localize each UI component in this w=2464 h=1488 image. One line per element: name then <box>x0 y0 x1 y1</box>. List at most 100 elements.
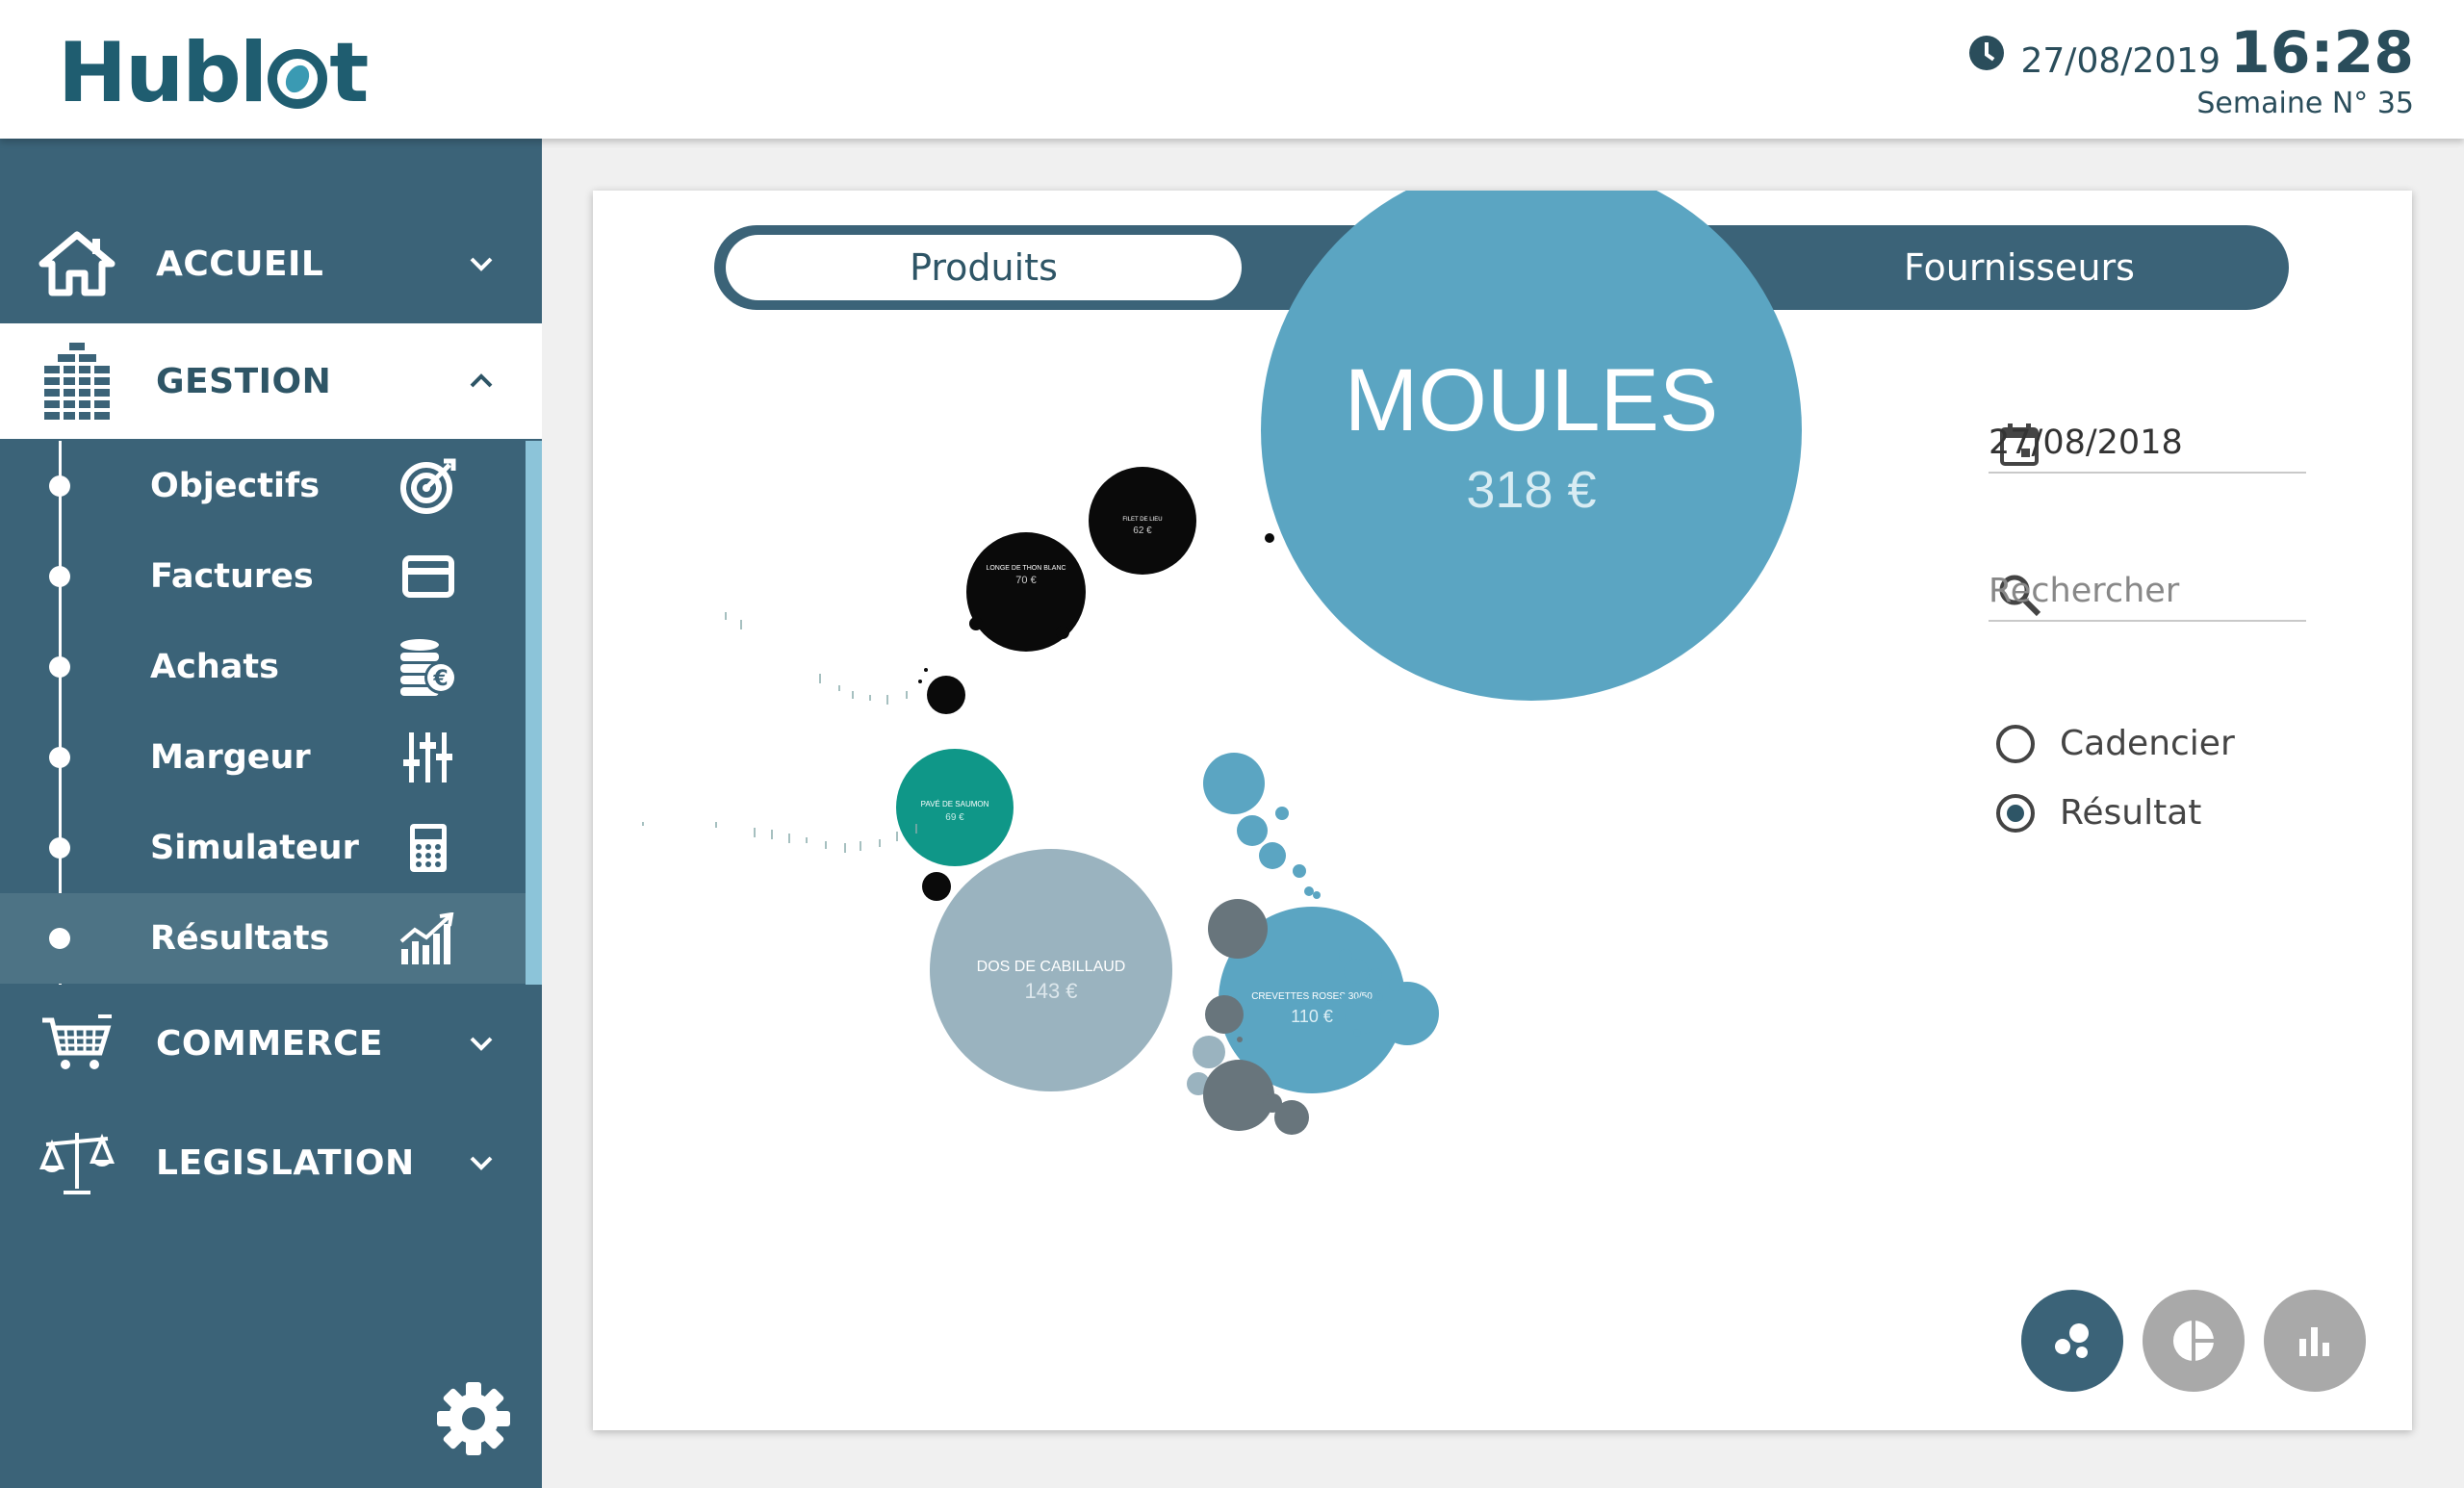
bubble-lieu-value: 62 € <box>1133 526 1152 536</box>
bubble-small[interactable] <box>924 668 928 672</box>
bubble-small[interactable] <box>1274 1100 1309 1135</box>
bubble-small[interactable] <box>1208 899 1268 959</box>
bubble-dos-de-cabillaud[interactable]: DOS DE CABILLAUD 143 € <box>930 849 1172 1091</box>
bubble-small[interactable] <box>1056 626 1069 639</box>
globe-icon <box>268 49 328 109</box>
hublot-logo[interactable]: Hubl t <box>58 25 369 121</box>
bubble-small[interactable] <box>927 676 965 714</box>
submenu-scrollbar[interactable] <box>526 441 542 985</box>
nav-legislation-label: LEGISLATION <box>156 1142 415 1183</box>
search-input[interactable]: Rechercher <box>1989 562 2306 622</box>
sub-item-achats-label: Achats <box>150 648 279 686</box>
scales-icon <box>38 1129 116 1196</box>
search-placeholder: Rechercher <box>1989 572 2180 610</box>
bubble-small[interactable] <box>1205 995 1244 1034</box>
sub-item-objectifs-label: Objectifs <box>150 467 321 505</box>
clock-icon <box>1968 36 2004 70</box>
bar-view-icon <box>2299 1327 2329 1356</box>
bubble-moules-label: MOULES <box>1345 351 1719 449</box>
datetime-panel: 27/08/2019 16:28 Semaine N° 35 <box>1968 19 2414 120</box>
bubble-thon-label: LONGE DE THON BLANC <box>986 565 1065 572</box>
target-icon <box>395 452 462 520</box>
coins-euro-icon: € <box>395 633 462 701</box>
bubble-small[interactable] <box>1344 959 1369 984</box>
chevron-down-icon <box>470 1156 493 1170</box>
nav-legislation[interactable]: LEGISLATION <box>0 1105 542 1220</box>
pie-view-icon <box>2173 1321 2214 1361</box>
nav-commerce[interactable]: COMMERCE <box>0 986 542 1101</box>
bubble-cabillaud-label: DOS DE CABILLAUD <box>977 959 1126 975</box>
bubble-view-icon <box>2055 1323 2089 1358</box>
chevron-down-icon <box>470 1037 493 1051</box>
bubble-small[interactable] <box>1203 753 1265 814</box>
bubble-lieu-label: FILET DE LIEU <box>1122 517 1162 523</box>
svg-text:€: € <box>432 667 448 691</box>
bubble-small[interactable] <box>1237 815 1268 846</box>
nav-gestion[interactable]: GESTION <box>0 323 542 439</box>
bubble-small[interactable] <box>1293 864 1306 878</box>
bubble-small[interactable] <box>1375 982 1439 1045</box>
bubble-small[interactable] <box>1265 533 1274 543</box>
sub-item-resultats[interactable]: Résultats <box>0 893 526 984</box>
nav-accueil[interactable]: ACCUEIL <box>0 206 542 321</box>
bubble-small[interactable] <box>1353 1029 1361 1037</box>
pie-view-button[interactable] <box>2143 1290 2245 1392</box>
gestion-submenu: Objectifs Factures Achats € Margeur Simu… <box>0 441 542 985</box>
bubble-small[interactable] <box>1339 949 1352 962</box>
bubble-moules-value: 318 € <box>1466 461 1596 519</box>
date-field[interactable]: 27/08/2018 <box>1989 414 2306 474</box>
bar-view-button[interactable] <box>2264 1290 2366 1392</box>
bubble-small[interactable] <box>1193 1036 1225 1068</box>
bubble-view-button[interactable] <box>2021 1290 2123 1392</box>
bubble-crevettes-value: 110 € <box>1291 1007 1333 1026</box>
bubble-lieu[interactable]: FILET DE LIEU 62 € <box>1089 467 1196 575</box>
tiny-bubble-marks <box>642 612 917 853</box>
radio-resultat-button[interactable] <box>1996 793 2035 833</box>
sidebar: ACCUEIL GESTION Objectifs Factures Achat… <box>0 139 542 1488</box>
results-card: Produits Objectifs Fournisseurs MOULES 3… <box>593 191 2412 1430</box>
bubble-small[interactable] <box>1237 1037 1243 1042</box>
bubble-small[interactable] <box>969 617 983 630</box>
bubble-small[interactable] <box>1375 993 1383 1001</box>
sub-item-margeur[interactable]: Margeur <box>0 712 526 803</box>
bubble-saumon-value: 69 € <box>945 812 964 823</box>
credit-card-icon <box>395 543 462 610</box>
bubble-saumon-label: PAVÉ DE SAUMON <box>921 800 989 808</box>
bubble-cabillaud-value: 143 € <box>1024 979 1077 1003</box>
sub-item-achats[interactable]: Achats € <box>0 622 526 712</box>
bubble-small[interactable] <box>1389 978 1402 991</box>
sub-item-margeur-label: Margeur <box>150 738 311 777</box>
bubble-small[interactable] <box>1304 886 1314 896</box>
home-icon <box>38 230 116 297</box>
bubble-small[interactable] <box>1275 807 1289 820</box>
nav-accueil-label: ACCUEIL <box>156 244 324 284</box>
bubble-small[interactable] <box>1345 997 1381 1034</box>
sub-item-simulateur[interactable]: Simulateur <box>0 803 526 893</box>
sub-item-factures[interactable]: Factures <box>0 531 526 622</box>
sub-item-simulateur-label: Simulateur <box>150 829 359 867</box>
radio-cadencier[interactable]: Cadencier <box>1996 724 2235 763</box>
bubble-saumon[interactable]: PAVÉ DE SAUMON 69 € <box>896 749 1014 866</box>
radio-cadencier-button[interactable] <box>1996 724 2035 763</box>
bubble-small[interactable] <box>1369 968 1382 982</box>
current-time: 16:28 <box>2230 19 2414 87</box>
sub-item-factures-label: Factures <box>150 557 314 596</box>
sub-item-objectifs[interactable]: Objectifs <box>0 441 526 531</box>
date-field-value: 27/08/2018 <box>1989 423 2183 462</box>
calculator-icon <box>395 814 462 882</box>
bubble-small[interactable] <box>922 872 951 901</box>
bubble-small[interactable] <box>1313 891 1321 899</box>
bubble-moules[interactable]: MOULES 318 € <box>1261 191 1802 701</box>
radio-resultat[interactable]: Résultat <box>1996 793 2201 833</box>
settings-gear-icon[interactable] <box>435 1380 512 1457</box>
bubble-small[interactable] <box>918 680 922 683</box>
growth-chart-icon <box>395 905 462 972</box>
chevron-down-icon <box>470 257 493 271</box>
sub-item-resultats-label: Résultats <box>150 919 330 958</box>
bubble-small[interactable] <box>1259 842 1286 869</box>
bubble-small[interactable] <box>1341 994 1347 1000</box>
bubble-small[interactable] <box>1203 1060 1274 1131</box>
nav-gestion-label: GESTION <box>156 361 332 401</box>
building-icon <box>38 343 116 420</box>
cart-icon <box>38 1010 116 1077</box>
